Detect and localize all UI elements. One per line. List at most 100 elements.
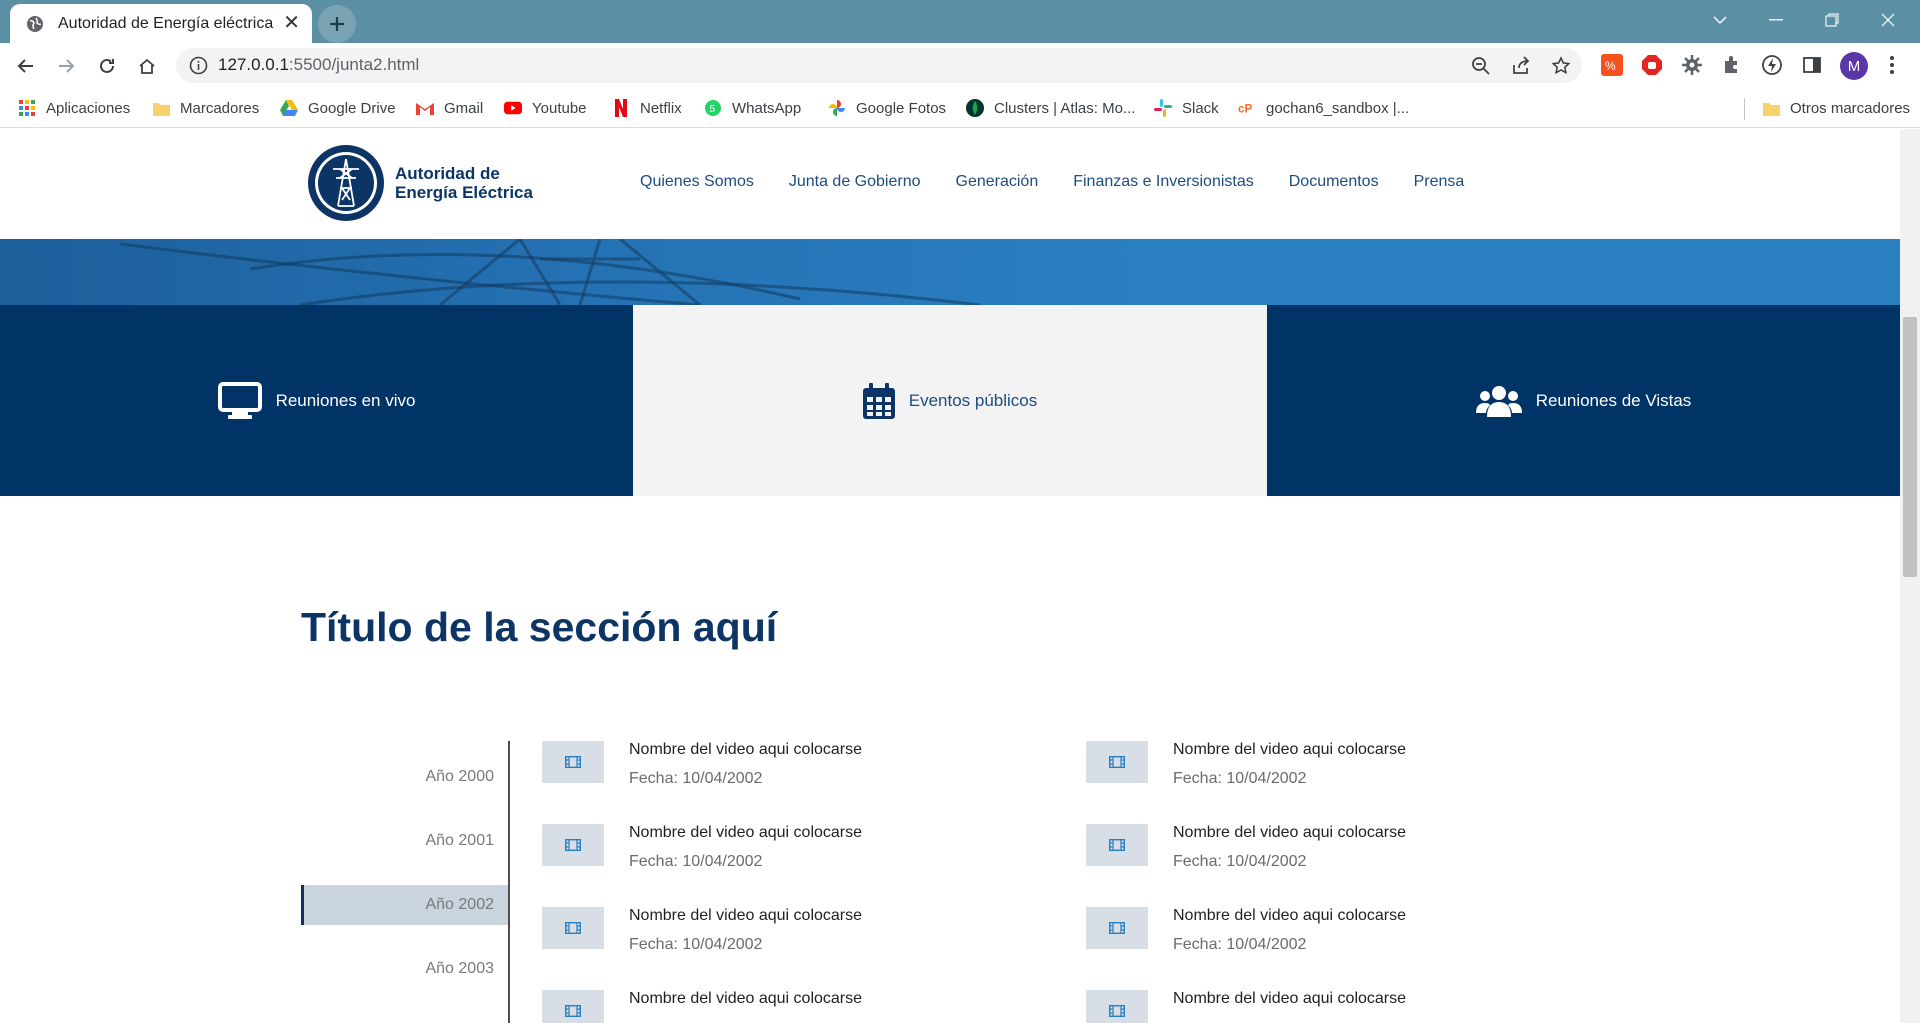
video-item[interactable]: Nombre del video aqui colocarse (542, 990, 1062, 1023)
video-name: Nombre del video aqui colocarse (629, 741, 863, 758)
extensions-puzzle-icon[interactable] (1720, 53, 1744, 77)
zoom-icon[interactable] (1470, 55, 1492, 77)
bookmark-label: gochan6_sandbox |... (1266, 99, 1410, 117)
tab-reuniones-en-vivo[interactable]: Reuniones en vivo (0, 305, 633, 496)
page-scrollbar[interactable] (1900, 129, 1920, 1023)
video-item[interactable]: Nombre del video aqui colocarse (1086, 990, 1606, 1023)
browser-tab[interactable]: Autoridad de Energía eléctrica ✕ (10, 4, 312, 43)
home-button[interactable] (131, 50, 163, 82)
year-2002-active[interactable]: Año 2002 (301, 885, 508, 925)
folder-icon (152, 99, 170, 117)
url-text: 127.0.0.1:5500/junta2.html (218, 55, 420, 74)
bookmark-label: Netflix (640, 99, 682, 117)
address-bar[interactable]: 127.0.0.1:5500/junta2.html (176, 48, 1582, 83)
video-item[interactable]: Nombre del video aqui colocarse Fecha: 1… (1086, 824, 1606, 884)
tab-search-button[interactable] (1698, 0, 1742, 40)
video-item[interactable]: Nombre del video aqui colocarse Fecha: 1… (1086, 741, 1606, 801)
restore-button[interactable] (1810, 0, 1854, 40)
close-icon[interactable]: ✕ (283, 13, 300, 33)
section-title: Título de la sección aquí (301, 604, 778, 650)
bookmark-gochan6-sandbox[interactable]: cP gochan6_sandbox |... (1238, 96, 1409, 120)
bookmark-label: Gmail (444, 99, 484, 117)
hero-banner (0, 239, 1900, 305)
star-icon[interactable] (1550, 55, 1572, 77)
reload-button[interactable] (91, 50, 123, 82)
arrow-left-icon (17, 59, 33, 73)
back-button[interactable] (10, 50, 42, 82)
share-icon[interactable] (1510, 55, 1532, 77)
video-item[interactable]: Nombre del video aqui colocarse Fecha: 1… (1086, 907, 1606, 967)
arrow-right-icon (59, 59, 75, 73)
site-logo[interactable]: Autoridad de Energía Eléctrica (307, 144, 533, 222)
site-header: Autoridad de Energía Eléctrica Quienes S… (0, 129, 1900, 239)
profile-avatar[interactable]: M (1840, 52, 1868, 80)
minimize-icon (1769, 19, 1783, 21)
tab-label: Reuniones de Vistas (1535, 390, 1692, 410)
video-item[interactable]: Nombre del video aqui colocarse Fecha: 1… (542, 741, 1062, 801)
bookmark-marcadores[interactable]: Marcadores (152, 96, 259, 120)
nav-junta-de-gobierno[interactable]: Junta de Gobierno (789, 173, 921, 191)
cpanel-icon: cP (1238, 99, 1256, 117)
tab-eventos-publicos[interactable]: Eventos públicos (633, 305, 1267, 496)
side-panel-icon[interactable] (1800, 53, 1824, 77)
meeting-tabs: Reuniones en vivo Eventos públicos Reuni… (0, 305, 1900, 496)
film-icon (1086, 741, 1148, 783)
bookmark-netflix[interactable]: Netflix (612, 96, 682, 120)
users-icon (1475, 385, 1522, 417)
year-list: Año 2000 Año 2001 Año 2002 Año 2003 (301, 741, 508, 1013)
nav-finanzas[interactable]: Finanzas e Inversionistas (1073, 173, 1254, 191)
film-icon (542, 990, 604, 1023)
browser-titlebar: Autoridad de Energía eléctrica ✕ (0, 0, 1920, 43)
scrollbar-thumb[interactable] (1903, 317, 1917, 577)
year-2003[interactable]: Año 2003 (301, 949, 508, 989)
svg-text:5: 5 (710, 104, 716, 115)
bookmarks-separator (1744, 98, 1745, 120)
svg-text:%: % (1605, 59, 1616, 73)
calendar-icon (862, 382, 895, 419)
bookmark-youtube[interactable]: Youtube (504, 96, 587, 120)
bookmark-google-drive[interactable]: Google Drive (280, 96, 396, 120)
video-date: Fecha: 10/04/2002 (629, 853, 763, 870)
toolbar: 127.0.0.1:5500/junta2.html % M (0, 43, 1920, 88)
bookmark-aplicaciones[interactable]: Aplicaciones (18, 96, 130, 120)
video-name: Nombre del video aqui colocarse (629, 990, 863, 1007)
bookmark-clusters-atlas[interactable]: Clusters | Atlas: Mo... (966, 96, 1135, 120)
video-date: Fecha: 10/04/2002 (1173, 936, 1307, 953)
bookmarks-bar: Aplicaciones Marcadores Google Drive Gma… (0, 88, 1920, 128)
extension-gear-icon[interactable] (1680, 53, 1704, 77)
new-tab-button[interactable] (318, 5, 356, 43)
extension-pdf-icon[interactable]: % (1600, 53, 1624, 77)
film-icon (542, 907, 604, 949)
year-2001[interactable]: Año 2001 (301, 821, 508, 861)
extension-stop-icon[interactable] (1640, 53, 1664, 77)
restore-icon (1825, 13, 1839, 27)
plus-icon (330, 17, 344, 31)
bookmark-gmail[interactable]: Gmail (416, 96, 483, 120)
year-2000[interactable]: Año 2000 (301, 757, 508, 797)
chevron-down-icon (1713, 16, 1727, 25)
nav-prensa[interactable]: Prensa (1414, 173, 1465, 191)
tab-reuniones-de-vistas[interactable]: Reuniones de Vistas (1267, 305, 1900, 496)
nav-documentos[interactable]: Documentos (1289, 173, 1379, 191)
google-photos-icon (828, 99, 846, 117)
more-menu-icon[interactable] (1880, 53, 1904, 77)
bookmark-label: Google Fotos (856, 99, 947, 117)
bookmark-slack[interactable]: Slack (1154, 96, 1219, 120)
bookmark-whatsapp[interactable]: 5 WhatsApp (704, 96, 801, 120)
close-window-button[interactable] (1866, 0, 1910, 40)
video-item[interactable]: Nombre del video aqui colocarse Fecha: 1… (542, 824, 1062, 884)
bookmark-otros-marcadores[interactable]: Otros marcadores (1762, 96, 1910, 120)
bookmark-label: Slack (1182, 99, 1219, 117)
video-date: Fecha: 10/04/2002 (629, 936, 763, 953)
info-icon[interactable] (189, 56, 208, 75)
film-icon (1086, 824, 1148, 866)
extension-bolt-icon[interactable] (1760, 53, 1784, 77)
bookmark-google-fotos[interactable]: Google Fotos (828, 96, 946, 120)
nav-quienes-somos[interactable]: Quienes Somos (640, 173, 754, 191)
nav-generacion[interactable]: Generación (956, 173, 1039, 191)
forward-button[interactable] (50, 50, 82, 82)
netflix-icon (612, 99, 630, 117)
minimize-button[interactable] (1754, 0, 1798, 40)
video-item[interactable]: Nombre del video aqui colocarse Fecha: 1… (542, 907, 1062, 967)
film-icon (542, 741, 604, 783)
